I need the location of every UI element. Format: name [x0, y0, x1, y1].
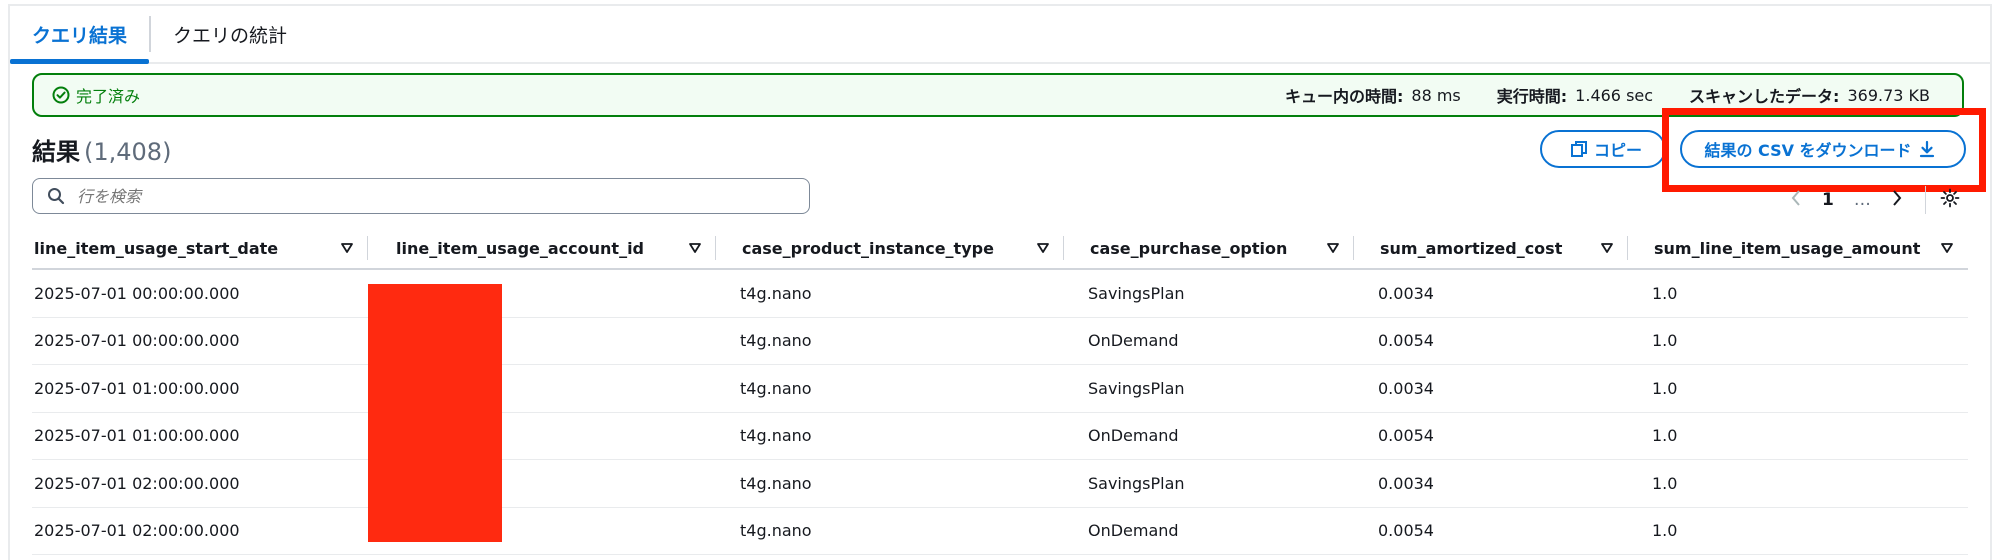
check-circle-icon: [52, 86, 70, 104]
column-header-label: sum_amortized_cost: [1380, 238, 1563, 258]
redaction-block: [368, 284, 502, 542]
sort-triangle-icon[interactable]: [1036, 240, 1050, 259]
chevron-left-icon[interactable]: [1790, 189, 1802, 212]
table-cell: t4g.nano: [740, 521, 812, 541]
settings-gear-icon[interactable]: [1940, 188, 1960, 213]
column-header-label: line_item_usage_start_date: [34, 238, 279, 258]
results-table: line_item_usage_start_date line_item_usa…: [32, 228, 1968, 555]
column-header[interactable]: case_product_instance_type: [716, 228, 1064, 268]
pagination: 1 …: [1790, 186, 1960, 214]
table-cell: t4g.nano: [740, 378, 812, 398]
tab-query-stats[interactable]: クエリの統計: [151, 6, 309, 62]
table-cell: 0.0054: [1378, 331, 1434, 351]
table-cell: t4g.nano: [740, 426, 812, 446]
highlight-box: [1662, 108, 1986, 192]
table-row[interactable]: 2025-07-01 00:00:00.000 t4g.nano Savings…: [32, 270, 1968, 318]
table-cell: 1.0: [1652, 283, 1678, 303]
column-header[interactable]: sum_amortized_cost: [1354, 228, 1628, 268]
sort-triangle-icon[interactable]: [1326, 240, 1340, 259]
table-cell: 0.0034: [1378, 473, 1434, 493]
table-row[interactable]: 2025-07-01 00:00:00.000 t4g.nano OnDeman…: [32, 318, 1968, 365]
table-cell: 1.0: [1652, 378, 1678, 398]
table-header: line_item_usage_start_date line_item_usa…: [32, 228, 1968, 270]
metric-value: 88 ms: [1411, 85, 1461, 105]
column-header-label: line_item_usage_account_id: [396, 238, 645, 258]
status-metrics: キュー内の時間: 88 ms 実行時間: 1.466 sec スキャンしたデータ…: [1249, 83, 1930, 107]
table-row[interactable]: 2025-07-01 02:00:00.000 t4g.nano Savings…: [32, 460, 1968, 508]
copy-icon: [1570, 141, 1587, 157]
table-cell: 2025-07-01 00:00:00.000: [34, 331, 240, 351]
metric-run-time: 実行時間: 1.466 sec: [1497, 83, 1653, 107]
table-cell: t4g.nano: [740, 473, 812, 493]
table-cell: 0.0034: [1378, 378, 1434, 398]
page-number[interactable]: 1: [1822, 190, 1834, 210]
search-input[interactable]: [75, 185, 759, 207]
table-cell: 0.0034: [1378, 283, 1434, 303]
row-search: [32, 178, 810, 214]
table-cell: 0.0054: [1378, 521, 1434, 541]
table-cell: 2025-07-01 02:00:00.000: [34, 521, 240, 541]
chevron-right-icon[interactable]: [1891, 189, 1903, 212]
table-cell: SavingsPlan: [1088, 378, 1185, 398]
metric-key: スキャンしたデータ:: [1689, 87, 1840, 106]
column-header-label: case_purchase_option: [1090, 238, 1288, 258]
column-header[interactable]: sum_line_item_usage_amount: [1628, 228, 1968, 268]
table-cell: SavingsPlan: [1088, 283, 1185, 303]
metric-key: 実行時間:: [1496, 87, 1568, 106]
page-ellipsis: …: [1853, 190, 1871, 210]
sort-triangle-icon[interactable]: [340, 240, 354, 259]
results-title: 結果: [32, 138, 80, 166]
table-cell: 1.0: [1652, 331, 1678, 351]
table-cell: 2025-07-01 02:00:00.000: [34, 473, 240, 493]
results-heading: 結果 (1,408): [32, 132, 171, 167]
table-cell: 1.0: [1652, 473, 1678, 493]
results-count: (1,408): [84, 138, 172, 166]
metric-value: 1.466 sec: [1575, 85, 1654, 105]
table-cell: SavingsPlan: [1088, 473, 1185, 493]
table-cell: 2025-07-01 01:00:00.000: [34, 378, 240, 398]
table-body: 2025-07-01 00:00:00.000 t4g.nano Savings…: [32, 270, 1968, 555]
result-tabs: クエリ結果 クエリの統計: [10, 6, 1990, 64]
column-header[interactable]: case_purchase_option: [1064, 228, 1354, 268]
table-cell: OnDemand: [1088, 331, 1179, 351]
table-cell: t4g.nano: [740, 283, 812, 303]
table-row[interactable]: 2025-07-01 01:00:00.000 t4g.nano Savings…: [32, 365, 1968, 413]
panel-right-border: [1990, 4, 1992, 560]
column-header-label: sum_line_item_usage_amount: [1654, 238, 1921, 258]
metric-key: キュー内の時間:: [1284, 87, 1404, 106]
table-cell: t4g.nano: [740, 331, 812, 351]
metric-value: 369.73 KB: [1847, 85, 1930, 105]
copy-button-label: コピー: [1593, 141, 1642, 160]
panel-left-border: [8, 4, 10, 560]
table-row[interactable]: 2025-07-01 01:00:00.000 t4g.nano OnDeman…: [32, 413, 1968, 460]
column-header[interactable]: line_item_usage_account_id: [368, 228, 716, 268]
table-cell: OnDemand: [1088, 426, 1179, 446]
column-header-label: case_product_instance_type: [742, 238, 994, 258]
search-icon: [48, 188, 65, 205]
metric-data-scanned: スキャンしたデータ: 369.73 KB: [1689, 83, 1930, 107]
sort-triangle-icon[interactable]: [1940, 240, 1954, 259]
table-cell: 1.0: [1652, 426, 1678, 446]
table-cell: 2025-07-01 00:00:00.000: [34, 283, 240, 303]
table-cell: 2025-07-01 01:00:00.000: [34, 426, 240, 446]
column-header[interactable]: line_item_usage_start_date: [32, 228, 368, 268]
copy-button[interactable]: コピー: [1540, 130, 1666, 168]
status-indicator: 完了済み: [52, 83, 140, 107]
tab-label: クエリの統計: [173, 24, 288, 47]
table-row[interactable]: 2025-07-01 02:00:00.000 t4g.nano OnDeman…: [32, 508, 1968, 555]
tab-label: クエリ結果: [32, 24, 128, 47]
sort-triangle-icon[interactable]: [688, 240, 702, 259]
metric-queue-time: キュー内の時間: 88 ms: [1285, 83, 1461, 107]
table-cell: 0.0054: [1378, 426, 1434, 446]
status-text: 完了済み: [76, 87, 141, 106]
table-cell: 1.0: [1652, 521, 1678, 541]
pager-divider: [1924, 186, 1926, 214]
table-cell: OnDemand: [1088, 521, 1179, 541]
sort-triangle-icon[interactable]: [1600, 240, 1614, 259]
tab-query-results[interactable]: クエリ結果: [10, 6, 150, 64]
